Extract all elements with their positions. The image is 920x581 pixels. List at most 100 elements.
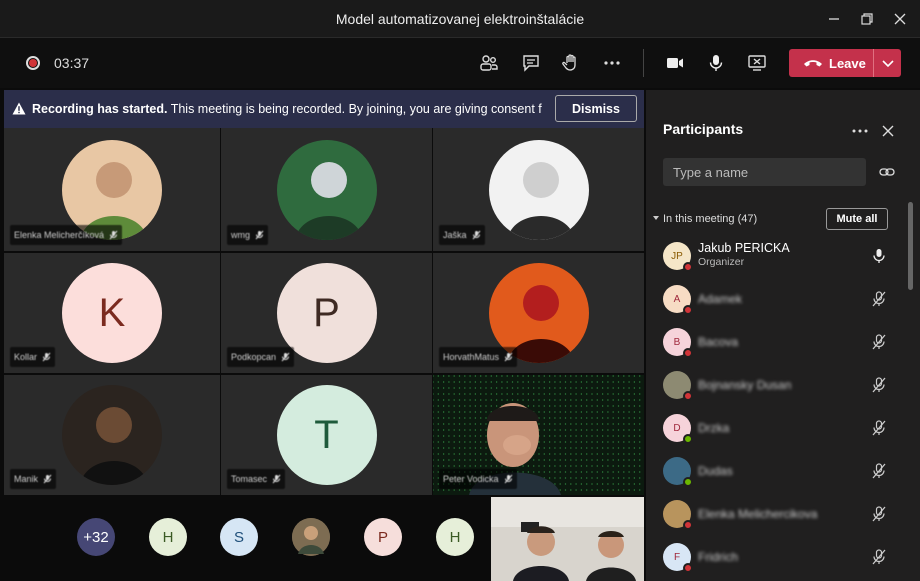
section-label: In this meeting (47)	[663, 213, 758, 225]
video-tile[interactable]: P Podkopcan	[221, 253, 432, 373]
banner-message: This meeting is being recorded. By joini…	[170, 102, 542, 116]
leave-label: Leave	[829, 56, 866, 71]
participant-row[interactable]: D Drzka	[646, 408, 908, 450]
status-badge	[683, 520, 693, 530]
participant-avatar-chip[interactable]: S	[220, 518, 258, 556]
video-tile[interactable]: T Tomasec	[221, 375, 432, 495]
in-meeting-section[interactable]: In this meeting (47)	[652, 213, 757, 225]
participant-name: Bacova	[698, 335, 739, 349]
close-panel-icon[interactable]	[882, 125, 894, 137]
participant-row[interactable]: Dudas	[646, 451, 908, 493]
share-screen-button[interactable]	[744, 50, 770, 76]
more-icon	[604, 61, 620, 65]
minimize-button[interactable]	[823, 8, 845, 30]
mic-off-icon	[281, 352, 290, 362]
mic-off-icon	[42, 352, 51, 362]
mic-off-icon[interactable]	[872, 463, 886, 479]
participant-name-label: wmg	[227, 225, 269, 245]
show-conversation-button[interactable]	[518, 50, 544, 76]
video-grid: Elenka Melicherčíková wmg Jaška K Kollar P Pod…	[4, 128, 644, 495]
microphone-icon	[709, 55, 723, 71]
chevron-down-icon[interactable]	[881, 56, 895, 70]
video-tile[interactable]: Elenka Melicherčíková	[4, 128, 220, 251]
video-tile[interactable]: Manik	[4, 375, 220, 495]
mic-off-icon	[272, 474, 281, 484]
participant-name: Fridrich	[698, 550, 739, 564]
participant-name: HorvathMatus	[443, 352, 500, 362]
participant-row-organizer[interactable]: JP Jakub PERICKA Organizer	[646, 236, 908, 278]
dismiss-button[interactable]: Dismiss	[555, 95, 637, 122]
participant-avatar-chip[interactable]: H	[149, 518, 187, 556]
stop-sharing-icon	[748, 55, 766, 71]
participant-name: wmg	[231, 230, 251, 240]
self-video-image	[491, 497, 644, 581]
banner-text: Recording has started. This meeting is b…	[32, 102, 542, 116]
self-video-preview[interactable]	[491, 497, 644, 581]
mic-off-icon	[472, 230, 480, 240]
participant-name: Tomasec	[231, 474, 268, 484]
hand-icon	[562, 54, 576, 71]
participant-name-label: Podkopcan	[227, 347, 295, 367]
recording-indicator-icon	[26, 56, 40, 70]
leave-split-divider	[873, 49, 874, 77]
avatar-initial: K	[98, 290, 126, 335]
mic-off-icon[interactable]	[872, 420, 886, 436]
mic-off-icon[interactable]	[872, 377, 886, 393]
participant-avatar-chip[interactable]: H	[436, 518, 474, 556]
participant-name: Elenka Melicherčíková	[14, 230, 105, 240]
avatar: K	[62, 263, 162, 363]
organizer-name: Jakub PERICKA	[698, 241, 790, 255]
close-window-button[interactable]	[889, 8, 911, 30]
participant-name: Manik	[14, 474, 39, 484]
avatar-initial: T	[314, 412, 339, 457]
raise-hand-button[interactable]	[558, 50, 584, 76]
video-tile[interactable]: K Kollar	[4, 253, 220, 373]
mic-off-icon[interactable]	[872, 291, 886, 307]
participant-name: Drzka	[698, 421, 730, 435]
participant-name-label: Elenka Melicherčíková	[10, 225, 123, 245]
video-tile[interactable]: HorvathMatus	[433, 253, 644, 373]
share-invite-link-icon[interactable]	[879, 166, 895, 178]
mute-all-button[interactable]: Mute all	[826, 208, 888, 230]
toolbar-divider	[643, 49, 644, 77]
mic-off-icon	[43, 474, 52, 484]
participant-row[interactable]: F Fridrich	[646, 537, 908, 579]
participant-name: Adamek	[698, 292, 743, 306]
warning-icon	[12, 102, 26, 115]
mic-off-icon[interactable]	[872, 549, 886, 565]
video-tile[interactable]: wmg	[221, 128, 432, 251]
participant-row[interactable]: B Bacova	[646, 322, 908, 364]
participant-row[interactable]: A Adamek	[646, 279, 908, 321]
minimize-icon	[829, 18, 839, 20]
participant-row[interactable]: Elenka Melichercikova	[646, 494, 908, 536]
video-tile[interactable]: Jaška	[433, 128, 644, 251]
avatar-photo	[488, 139, 589, 240]
participant-search-input[interactable]: Type a name	[663, 158, 866, 186]
show-participants-button[interactable]	[476, 50, 502, 76]
participant-avatar-chip[interactable]	[292, 518, 330, 556]
microphone-button[interactable]	[703, 50, 729, 76]
mic-off-icon[interactable]	[872, 506, 886, 522]
leave-button[interactable]: Leave	[789, 49, 901, 77]
avatar: T	[276, 385, 377, 485]
participant-name: Kollar	[14, 352, 38, 362]
participant-row[interactable]: Bojnansky Dusan	[646, 365, 908, 407]
window-title: Model automatizovanej elektroinštalácie	[335, 11, 585, 27]
meeting-toolbar: 03:37 Leave	[0, 38, 920, 88]
more-actions-button[interactable]	[599, 50, 625, 76]
more-options-icon[interactable]	[852, 128, 868, 134]
panel-title: Participants	[663, 121, 744, 137]
people-icon	[480, 55, 498, 71]
microphone-icon	[873, 249, 885, 263]
participant-name: Podkopcan	[231, 352, 277, 362]
mic-off-icon[interactable]	[872, 334, 886, 350]
banner-heading: Recording has started.	[32, 102, 168, 116]
camera-button[interactable]	[662, 50, 688, 76]
restore-button[interactable]	[856, 8, 878, 30]
participant-name-label: Peter Vodicka	[439, 469, 517, 489]
panel-scrollbar[interactable]	[908, 202, 913, 290]
participant-avatar-chip[interactable]: P	[364, 518, 402, 556]
participant-name: Jaška	[443, 230, 467, 240]
more-participants-button[interactable]: +32	[77, 518, 115, 556]
video-tile[interactable]: Peter Vodicka	[432, 375, 644, 495]
